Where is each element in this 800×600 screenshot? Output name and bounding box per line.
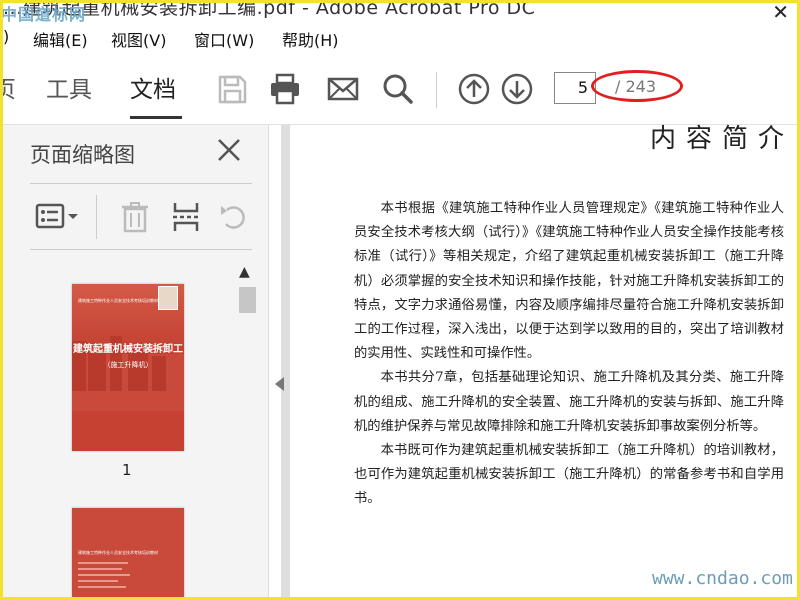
- cover-series-text: 建筑施工特种作业人员安全技术考核培训教材: [78, 550, 158, 555]
- cover-title: 建筑起重机械安装拆卸工: [73, 344, 183, 355]
- main-toolbar: 页 工具 文档 5 / 243: [0, 56, 797, 125]
- close-icon[interactable]: [216, 137, 242, 163]
- annotation-ellipse: [591, 70, 683, 102]
- menu-bar: ) 编辑(E) 视图(V) 窗口(W) 帮助(H): [3, 27, 797, 51]
- tab-home[interactable]: 页: [0, 70, 16, 104]
- thumbnail-text-line: [78, 574, 130, 576]
- cover-series-text: 建筑施工特种作业人员安全技术考核培训教材: [78, 298, 158, 303]
- previous-page-icon[interactable]: [457, 72, 491, 106]
- thumbnail-scrollbar[interactable]: ▲: [235, 262, 259, 597]
- save-icon[interactable]: [215, 72, 249, 106]
- cover-illustration: [158, 286, 178, 310]
- cover-subtitle: （施工升降机）: [103, 361, 153, 369]
- menu-item-partial[interactable]: ): [3, 27, 9, 46]
- thumbnail-text-line: [78, 562, 128, 564]
- document-heading: 内容简介: [650, 124, 795, 154]
- page-thumbnail-2[interactable]: 建筑施工特种作业人员安全技术考核培训教材: [72, 508, 184, 600]
- toolbar-separator: [436, 72, 437, 108]
- delete-icon[interactable]: [120, 201, 150, 233]
- thumbnail-text-line: [78, 580, 118, 582]
- watermark-logo: 中国道标网: [3, 5, 87, 24]
- paragraph: 本书既可作为建筑起重机械安装拆卸工（施工升降机）的培训教材，也可作为建筑起重机械…: [354, 443, 784, 507]
- panel-divider: [30, 249, 252, 250]
- paragraph: 本书根据《建筑施工特种作业人员管理规定》《建筑施工特种作业人员安全技术考核大纲（…: [354, 201, 784, 362]
- thumbnail-text-line: [78, 568, 122, 570]
- menu-item-help[interactable]: 帮助(H): [282, 27, 339, 51]
- footer-watermark: www.cndao.com: [652, 568, 793, 589]
- panel-toolbar-separator: [96, 195, 97, 239]
- scroll-thumb[interactable]: [239, 287, 256, 313]
- title-bar: ...建筑起重机械安装拆卸工编.pdf - Adobe Acrobat Pro …: [3, 3, 797, 27]
- collapse-panel-icon[interactable]: [275, 377, 284, 391]
- menu-item-edit[interactable]: 编辑(E): [33, 27, 88, 51]
- thumbnail-text-line: [78, 586, 126, 588]
- tab-document[interactable]: 文档: [130, 70, 176, 104]
- rotate-icon[interactable]: [218, 201, 250, 233]
- next-page-icon[interactable]: [500, 72, 534, 106]
- extract-pages-icon[interactable]: [171, 201, 201, 233]
- thumbnail-page-number: 1: [122, 461, 132, 479]
- paragraph: 本书共分7章，包括基础理论知识、施工升降机及其分类、施工升降机的组成、施工升降机…: [354, 370, 784, 434]
- window-close-icon[interactable]: ✕: [772, 3, 789, 24]
- page-thumbnail-1[interactable]: 建筑施工特种作业人员安全技术考核培训教材 建筑起重机械安装拆卸工 （施工升降机）: [72, 284, 184, 451]
- panel-divider: [30, 183, 252, 184]
- thumbnail-options-icon[interactable]: [35, 201, 81, 231]
- cover-building: [88, 351, 106, 391]
- email-icon[interactable]: [326, 72, 360, 106]
- print-icon[interactable]: [268, 72, 302, 106]
- active-tab-indicator: [130, 116, 182, 119]
- page-number-input[interactable]: 5: [554, 72, 596, 104]
- panel-title: 页面缩略图: [30, 143, 135, 167]
- menu-item-window[interactable]: 窗口(W): [194, 27, 254, 51]
- tab-tools[interactable]: 工具: [46, 70, 92, 104]
- document-body: 本书根据《建筑施工特种作业人员管理规定》《建筑施工特种作业人员安全技术考核大纲（…: [354, 197, 784, 512]
- search-icon[interactable]: [381, 72, 415, 106]
- cover-footer: [72, 411, 184, 451]
- menu-item-view[interactable]: 视图(V): [111, 27, 166, 51]
- scroll-up-icon[interactable]: ▲: [239, 264, 250, 280]
